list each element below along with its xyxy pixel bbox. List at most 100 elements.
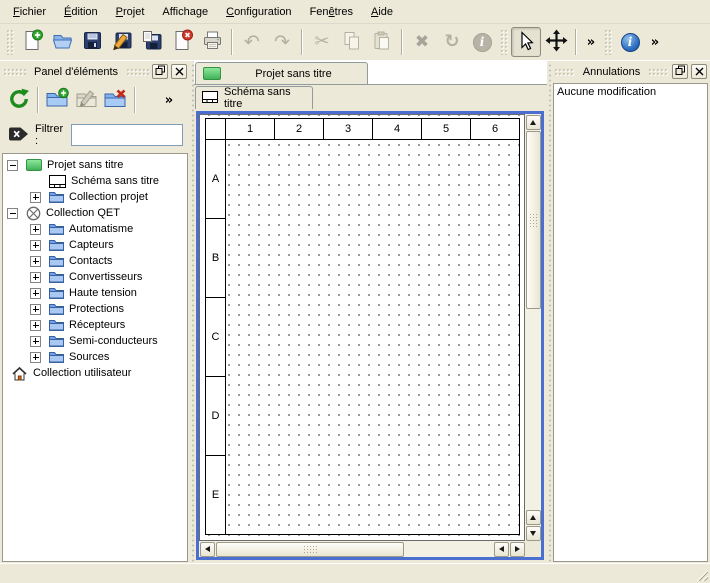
- toolbar-drag-handle[interactable]: [604, 29, 612, 55]
- expand-icon[interactable]: [30, 336, 41, 347]
- collapse-icon[interactable]: [7, 208, 18, 219]
- print-button[interactable]: [197, 27, 227, 57]
- paste-button[interactable]: [367, 27, 397, 57]
- close-dock-button[interactable]: [171, 64, 187, 79]
- expand-icon[interactable]: [30, 224, 41, 235]
- tab-schema-sans-titre[interactable]: Schéma sans titre: [195, 86, 313, 109]
- arrow-down-icon: [530, 531, 536, 536]
- save-as-button[interactable]: [107, 27, 137, 57]
- tree-item-protections[interactable]: Protections: [3, 301, 187, 317]
- undo-history-item[interactable]: Aucune modification: [557, 86, 704, 98]
- menu-projet[interactable]: Projet: [107, 2, 154, 22]
- toolbar-separator: [575, 29, 577, 55]
- tree-item-convertisseurs[interactable]: Convertisseurs: [3, 269, 187, 285]
- horizontal-scroll-thumb[interactable]: [216, 542, 404, 557]
- tree-item-automatisme[interactable]: Automatisme: [3, 221, 187, 237]
- edit-category-button[interactable]: [72, 86, 101, 115]
- new-category-button[interactable]: [43, 86, 72, 115]
- open-document-button[interactable]: [47, 27, 77, 57]
- menu-fichier[interactable]: Fichier: [4, 2, 55, 22]
- panel-toolbar-overflow-button[interactable]: »: [158, 85, 180, 115]
- dock-handle-texture[interactable]: [554, 68, 575, 76]
- drawing-area[interactable]: [226, 140, 519, 534]
- undo-button[interactable]: ↶: [237, 27, 267, 57]
- tree-item-sources[interactable]: Sources: [3, 349, 187, 365]
- tree-item-semi-conducteurs[interactable]: Semi-conducteurs: [3, 333, 187, 349]
- reload-collections-button[interactable]: [4, 86, 33, 115]
- delete-button[interactable]: ✖: [407, 27, 437, 57]
- collapse-icon[interactable]: [7, 160, 18, 171]
- horizontal-scrollbar[interactable]: [199, 541, 525, 557]
- scroll-up-button[interactable]: [526, 115, 541, 130]
- tree-item-collection-utilisateur[interactable]: Collection utilisateur: [3, 365, 187, 381]
- tree-item-collection-qet[interactable]: Collection QET: [3, 205, 187, 221]
- expand-icon[interactable]: [30, 288, 41, 299]
- close-document-button[interactable]: [167, 27, 197, 57]
- save-all-button[interactable]: [137, 27, 167, 57]
- dock-handle-texture[interactable]: [648, 68, 669, 76]
- save-button[interactable]: [77, 27, 107, 57]
- dock-handle-texture[interactable]: [126, 68, 149, 76]
- tab-projet-sans-titre[interactable]: Projet sans titre: [195, 62, 368, 84]
- dock-handle-texture[interactable]: [3, 68, 26, 76]
- resize-grip[interactable]: [695, 568, 708, 581]
- scroll-left-button[interactable]: [200, 542, 215, 557]
- clear-filter-button[interactable]: [7, 125, 29, 145]
- toolbar-overflow-button[interactable]: »: [645, 27, 665, 57]
- expand-icon[interactable]: [30, 320, 41, 331]
- toolbar-drag-handle[interactable]: [6, 29, 14, 55]
- paste-icon: [371, 30, 393, 55]
- filter-input[interactable]: [71, 124, 183, 146]
- scroll-down-button[interactable]: [526, 526, 541, 541]
- copy-button[interactable]: [337, 27, 367, 57]
- horizontal-scroll-track[interactable]: [404, 541, 493, 557]
- about-info-button[interactable]: i: [615, 27, 645, 57]
- expand-icon[interactable]: [30, 192, 41, 203]
- arrow-right-icon: [515, 546, 520, 552]
- undo-history-dock: Annulations Aucune modification: [551, 61, 710, 563]
- float-dock-button[interactable]: [672, 64, 688, 79]
- delete-category-button[interactable]: [101, 86, 130, 115]
- menu-configuration[interactable]: Configuration: [217, 2, 300, 22]
- toolbar-overflow-button[interactable]: »: [581, 27, 601, 57]
- expand-icon[interactable]: [30, 352, 41, 363]
- menu-fenetres[interactable]: Fenêtres: [301, 2, 362, 22]
- expand-icon[interactable]: [30, 304, 41, 315]
- scroll-right-button[interactable]: [510, 542, 525, 557]
- tree-item-capteurs[interactable]: Capteurs: [3, 237, 187, 253]
- undo-history-list[interactable]: Aucune modification: [553, 83, 708, 562]
- properties-button[interactable]: i: [467, 27, 497, 57]
- tree-item-contacts[interactable]: Contacts: [3, 253, 187, 269]
- new-document-button[interactable]: [17, 27, 47, 57]
- menu-edition[interactable]: Édition: [55, 2, 107, 22]
- expand-icon[interactable]: [30, 240, 41, 251]
- rotate-button[interactable]: ↻: [437, 27, 467, 57]
- tree-item-collection-projet[interactable]: Collection projet: [3, 189, 187, 205]
- schema-canvas[interactable]: 1 2 3 4 5 6 A B C D: [199, 114, 525, 541]
- tree-item-recepteurs[interactable]: Récepteurs: [3, 317, 187, 333]
- scroll-up-button[interactable]: [526, 510, 541, 525]
- arrow-left-icon: [499, 546, 504, 552]
- vertical-scroll-track[interactable]: [525, 309, 541, 509]
- close-dock-button[interactable]: [691, 64, 707, 79]
- workspace: Projet sans titre Schéma sans titre 1: [194, 61, 547, 563]
- scroll-left-button[interactable]: [494, 542, 509, 557]
- tree-item-project[interactable]: Projet sans titre: [3, 157, 187, 173]
- info-blue-icon: i: [621, 33, 640, 52]
- vertical-scroll-thumb[interactable]: [526, 131, 541, 309]
- tree-item-haute-tension[interactable]: Haute tension: [3, 285, 187, 301]
- menu-aide[interactable]: Aide: [362, 2, 402, 22]
- cut-button[interactable]: ✂: [307, 27, 337, 57]
- menu-affichage[interactable]: Affichage: [153, 2, 217, 22]
- float-icon: [675, 64, 686, 79]
- expand-icon[interactable]: [30, 256, 41, 267]
- redo-button[interactable]: ↷: [267, 27, 297, 57]
- toolbar-drag-handle[interactable]: [500, 29, 508, 55]
- toolbar-separator: [37, 87, 39, 113]
- tree-item-schema[interactable]: Schéma sans titre: [3, 173, 187, 189]
- select-tool-button[interactable]: [511, 27, 541, 57]
- move-tool-button[interactable]: [541, 27, 571, 57]
- float-dock-button[interactable]: [152, 64, 168, 79]
- vertical-scrollbar[interactable]: [525, 114, 541, 541]
- expand-icon[interactable]: [30, 272, 41, 283]
